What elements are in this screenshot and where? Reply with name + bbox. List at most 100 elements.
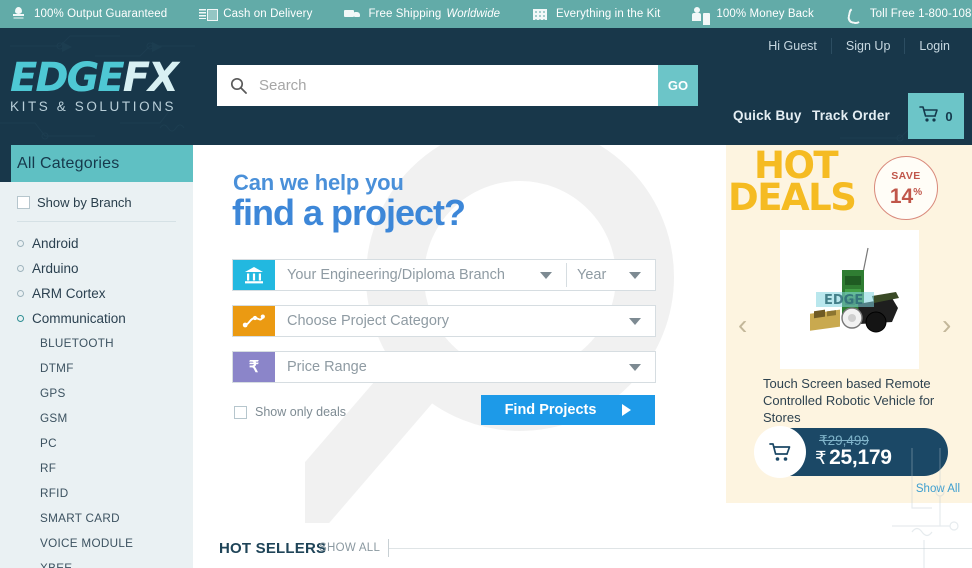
deal-cart-icon[interactable] [754, 426, 806, 478]
show-by-branch-toggle[interactable]: Show by Branch [0, 182, 193, 221]
logo-edge-text: EDGE [10, 55, 125, 101]
sidebar-item-communication[interactable]: Communication [0, 306, 193, 331]
show-only-deals-checkbox[interactable] [234, 405, 247, 419]
bullet-icon [17, 315, 24, 322]
cash-on-delivery-icon [199, 7, 219, 22]
branch-select-row[interactable]: Your Engineering/Diploma Branch Year [232, 259, 656, 291]
search-icon [217, 77, 259, 94]
sidebar-subitem-voice-module[interactable]: VOICE MODULE [0, 531, 193, 556]
kit-box-icon [532, 7, 549, 22]
truck-icon [344, 7, 361, 22]
deal-product-image[interactable]: EDGE [780, 230, 919, 369]
sidebar-subitem-xbee[interactable]: XBEE [0, 556, 193, 568]
logo-fx-text: FX [122, 55, 179, 101]
topbar-label: Toll Free 1-800-108-7475 [869, 8, 972, 20]
svg-text:EDGE: EDGE [824, 293, 863, 308]
hot-sellers-show-all[interactable]: SHOW ALL [319, 542, 380, 554]
topbar-label: Everything in the Kit [556, 8, 661, 20]
save-badge-value: 14% [889, 184, 923, 208]
sidebar-subitem-rfid[interactable]: RFID [0, 481, 193, 506]
sidebar-subitem-gps[interactable]: GPS [0, 381, 193, 406]
save-badge: SAVE 14% [874, 156, 938, 220]
signup-link[interactable]: Sign Up [830, 38, 904, 54]
category-select-value: Choose Project Category [287, 313, 449, 329]
topbar-label: 100% Money Back [716, 8, 814, 20]
bullet-icon [17, 290, 24, 297]
top-info-bar: 100% Output Guaranteed Cash on Delivery … [0, 0, 972, 28]
sidebar-subitem-rf[interactable]: RF [0, 456, 193, 481]
hero-heading-line2: find a project? [232, 192, 466, 233]
branch-select-value: Your Engineering/Diploma Branch [287, 267, 505, 283]
price-select-value: Price Range [287, 359, 367, 375]
sidebar-item-label: ARM Cortex [32, 286, 106, 301]
save-badge-label: SAVE [891, 169, 921, 182]
hot-sellers-title: HOT SELLERS [219, 540, 327, 557]
chevron-down-icon[interactable] [629, 317, 641, 325]
deal-price-pill[interactable]: ₹29,499 ₹25,179 [754, 426, 948, 478]
cart-button[interactable]: 0 [908, 93, 964, 139]
chevron-down-icon[interactable] [540, 271, 552, 279]
sidebar-subitem-pc[interactable]: PC [0, 431, 193, 456]
sidebar-title[interactable]: All Categories [0, 145, 193, 182]
search-input[interactable] [259, 66, 658, 105]
show-by-branch-checkbox[interactable] [17, 196, 30, 209]
show-by-branch-label: Show by Branch [37, 195, 132, 210]
topbar-item-everything-in-kit: Everything in the Kit [532, 7, 660, 22]
quick-buy-link[interactable]: Quick Buy [733, 108, 802, 123]
logo-wordmark: EDGEFX [10, 58, 190, 98]
deal-prev-arrow[interactable]: ‹ [738, 311, 747, 339]
show-only-deals-toggle[interactable]: Show only deals [234, 405, 346, 419]
sidebar-title-text: All Categories [17, 154, 120, 172]
deal-product-name[interactable]: Touch Screen based Remote Controlled Rob… [763, 375, 953, 426]
sidebar-category-list: Android Arduino ARM Cortex Communication… [0, 222, 193, 568]
find-projects-label: Find Projects [504, 402, 597, 418]
category-select-row[interactable]: Choose Project Category [232, 305, 656, 337]
bullet-icon [17, 265, 24, 272]
trophy-icon [10, 6, 27, 22]
sidebar-item-arm-cortex[interactable]: ARM Cortex [0, 281, 193, 306]
project-finder-hero: Can we help you find a project? Your Eng… [193, 145, 726, 523]
sidebar-subitem-bluetooth[interactable]: BLUETOOTH [0, 331, 193, 356]
logo-tagline: KITS & SOLUTIONS [10, 99, 177, 114]
hot-deals-title: HOT DEALS [728, 147, 857, 216]
deal-current-price: ₹25,179 [815, 446, 892, 469]
branch-icon [233, 260, 275, 290]
money-back-icon [692, 6, 709, 22]
sidebar-item-label: Communication [32, 311, 126, 326]
site-logo[interactable]: EDGEFX KITS & SOLUTIONS [10, 58, 190, 114]
show-only-deals-label: Show only deals [255, 405, 347, 419]
hot-deals-title-line2: DEALS [728, 176, 857, 219]
bullet-icon [17, 240, 24, 247]
hot-sellers-section: HOT SELLERS SHOW ALL [193, 523, 972, 568]
category-sidebar: All Categories Show by Branch Android Ar… [0, 145, 193, 568]
topbar-item-free-shipping: Free Shipping Worldwide [344, 7, 500, 22]
chevron-down-icon[interactable] [629, 271, 641, 279]
sidebar-tab-edge [0, 145, 11, 182]
sidebar-subitem-smart-card[interactable]: SMART CARD [0, 506, 193, 531]
project-category-icon [233, 306, 275, 336]
track-order-link[interactable]: Track Order [812, 108, 890, 123]
sidebar-subitem-dtmf[interactable]: DTMF [0, 356, 193, 381]
sidebar-item-android[interactable]: Android [0, 231, 193, 256]
phone-icon [846, 7, 863, 22]
topbar-label: Cash on Delivery [223, 8, 313, 20]
chevron-down-icon[interactable] [629, 363, 641, 371]
price-select-row[interactable]: ₹ Price Range [232, 351, 656, 383]
login-link[interactable]: Login [904, 38, 964, 54]
search-go-button[interactable]: GO [658, 65, 698, 106]
cart-icon [919, 105, 939, 128]
rupee-icon: ₹ [233, 352, 275, 382]
sidebar-subitem-gsm[interactable]: GSM [0, 406, 193, 431]
year-select-value: Year [577, 267, 607, 283]
deals-show-all-link[interactable]: Show All [916, 483, 960, 495]
sidebar-item-arduino[interactable]: Arduino [0, 256, 193, 281]
topbar-label: Free Shipping [368, 8, 442, 20]
topbar-item-money-back: 100% Money Back [692, 6, 814, 22]
deal-next-arrow[interactable]: › [942, 311, 951, 339]
search-box[interactable] [217, 65, 658, 106]
find-projects-button[interactable]: Find Projects [481, 395, 655, 425]
hot-sellers-rule [389, 548, 972, 549]
topbar-item-cash-on-delivery: Cash on Delivery [199, 7, 312, 22]
hot-deals-panel: HOT DEALS SAVE 14% EDGE ‹ › Touch Screen… [726, 145, 972, 503]
cart-count: 0 [945, 108, 953, 124]
